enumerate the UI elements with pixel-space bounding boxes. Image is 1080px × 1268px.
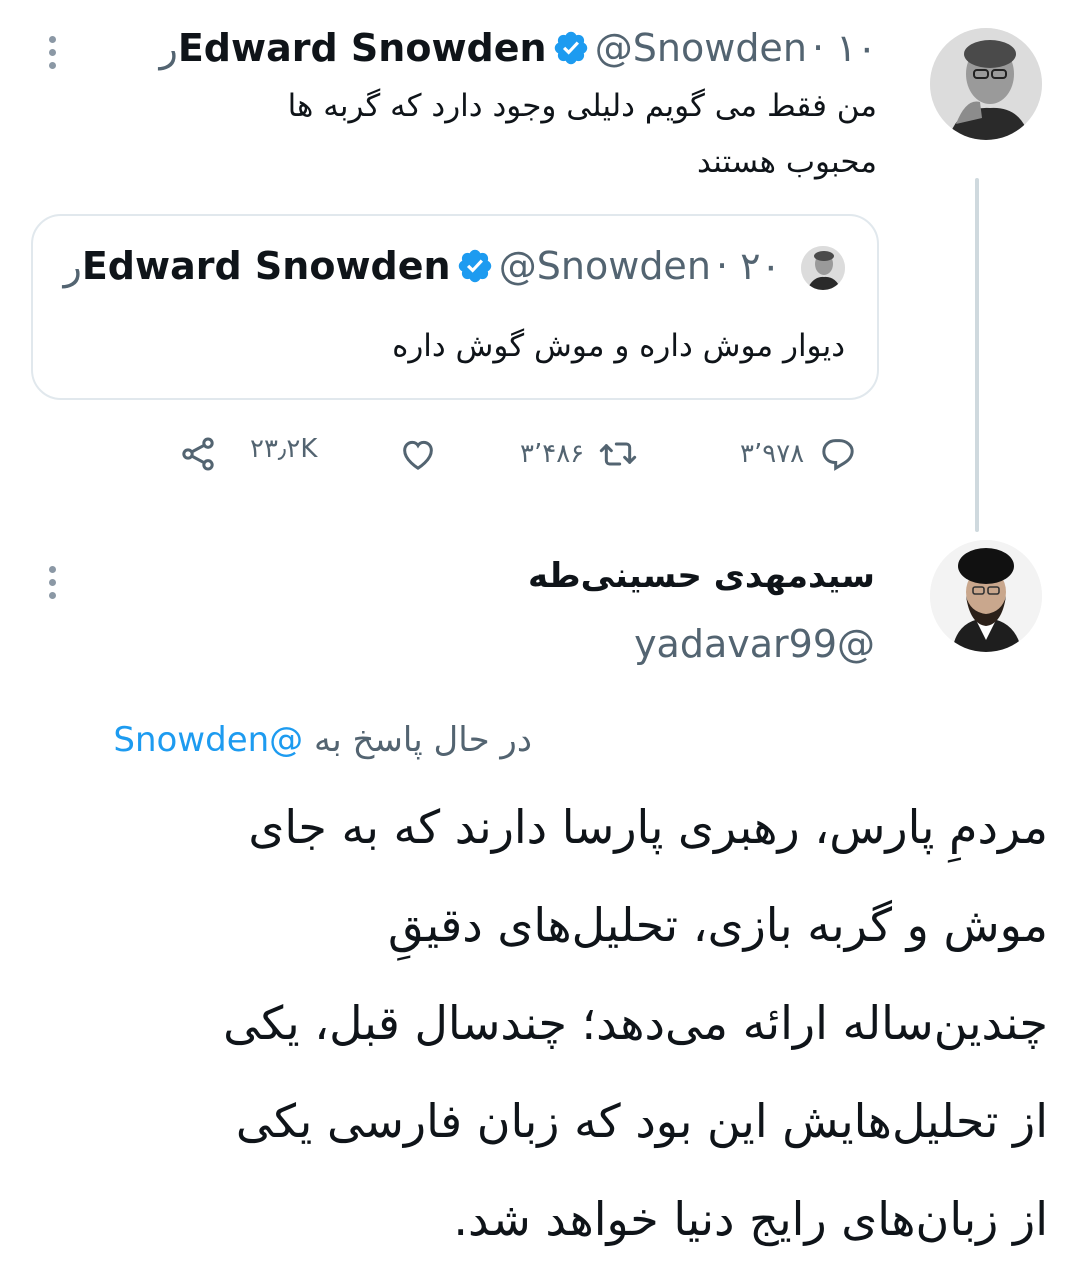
like-count: ۲۳٫۲K [250, 434, 318, 464]
replying-to-line: در حال پاسخ به @Snowden [113, 720, 532, 760]
tweet-header: Edward Snowden @Snowden · ۱۰ر [159, 26, 877, 70]
tweet-text-line: من فقط می گویم دلیلی وجود دارد که گربه ه… [287, 88, 877, 124]
avatar-snowden[interactable] [930, 28, 1042, 140]
tweet-text-line: محبوب هستند [696, 144, 877, 180]
quoted-avatar [801, 246, 845, 290]
reply-text-line: از زبان‌های رایج دنیا خواهد شد. [453, 1192, 1048, 1246]
retweet-button[interactable]: ۳٬۴۸۶ [520, 434, 638, 474]
replying-to-handle[interactable]: @Snowden [113, 720, 303, 760]
like-count-label: ۲۳٫۲K [250, 434, 317, 464]
verified-icon [554, 31, 587, 65]
share-button[interactable] [178, 434, 218, 474]
share-icon [182, 437, 214, 471]
reply-button[interactable]: ۳٬۹۷۸ [740, 434, 858, 474]
tweet-text: من فقط می گویم دلیلی وجود دارد که گربه ه… [117, 78, 877, 190]
thread-line [975, 178, 979, 532]
author-handle[interactable]: @Snowden [595, 26, 807, 70]
reply-text: مردمِ پارس، رهبری پارسا دارند که به جای … [28, 778, 1048, 1268]
verified-icon [458, 249, 491, 283]
reply-icon [822, 439, 854, 471]
quoted-author-name: Edward Snowden [81, 244, 451, 288]
retweet-icon [599, 442, 637, 466]
reply-text-line: موش و گربه بازی، تحلیل‌های دقیقِ [388, 898, 1048, 952]
quoted-author-handle: @Snowden [498, 244, 711, 288]
quoted-text: دیوار موش داره و موش گوش داره [392, 328, 845, 364]
reply-text-line: از تحلیل‌هایش این بود که زبان فارسی یکی [235, 1094, 1048, 1148]
like-button[interactable] [398, 434, 438, 474]
reply-count: ۳٬۹۷۸ [740, 439, 805, 469]
retweet-count: ۳٬۴۸۶ [520, 439, 585, 469]
reply-more-icon[interactable] [49, 566, 57, 605]
quoted-header: Edward Snowden @Snowden · ۲۰ر [63, 244, 781, 288]
replying-to-label: در حال پاسخ به [313, 720, 532, 760]
quoted-tweet[interactable]: Edward Snowden @Snowden · ۲۰ر دیوار موش … [31, 214, 879, 400]
like-icon [403, 440, 433, 470]
avatar-yadavar[interactable] [930, 540, 1042, 652]
reply-text-line: چندین‌ساله ارائه می‌دهد؛ چندسال قبل، یکی [223, 996, 1048, 1050]
reply-text-line: مردمِ پارس، رهبری پارسا دارند که به جای [248, 800, 1048, 854]
reply-author-handle[interactable]: @yadavar99 [634, 622, 875, 666]
author-name[interactable]: Edward Snowden [178, 26, 547, 70]
reply-author-name[interactable]: سیدمهدی حسینی‌طه [528, 556, 875, 596]
more-icon[interactable] [49, 36, 57, 75]
